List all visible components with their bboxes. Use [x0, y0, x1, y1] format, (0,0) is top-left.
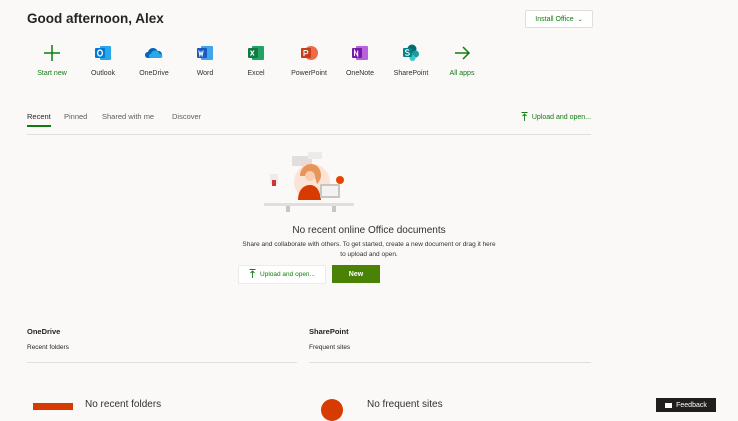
tab-discover[interactable]: Discover: [172, 112, 201, 121]
folder-illustration: [33, 403, 73, 410]
no-frequent-sites-text: No frequent sites: [367, 399, 443, 410]
app-onenote[interactable]: OneNote: [335, 43, 385, 77]
app-label: OneDrive: [139, 70, 169, 77]
tab-recent[interactable]: Recent: [27, 112, 51, 127]
empty-state-title: No recent online Office documents: [292, 225, 446, 236]
app-all-apps[interactable]: All apps: [437, 43, 487, 77]
feedback-label: Feedback: [676, 401, 707, 409]
chevron-down-icon: ⌄: [577, 16, 583, 23]
tab-shared-with-me[interactable]: Shared with me: [102, 112, 154, 121]
upload-button-label: Upload and open...: [260, 271, 315, 278]
sharepoint-section-subtitle: Frequent sites: [309, 344, 351, 351]
app-excel[interactable]: Excel: [231, 43, 281, 77]
app-powerpoint[interactable]: PowerPoint: [284, 43, 334, 77]
upload-icon: [521, 112, 528, 123]
app-label: All apps: [449, 70, 475, 77]
app-label: SharePoint: [393, 70, 429, 77]
onenote-icon: [350, 43, 370, 63]
app-label: Outlook: [90, 70, 116, 77]
app-onedrive[interactable]: OneDrive: [129, 43, 179, 77]
upload-and-open-link[interactable]: Upload and open...: [521, 112, 591, 123]
app-sharepoint[interactable]: SharePoint: [386, 43, 436, 77]
empty-state-desc-line1: Share and collaborate with others. To ge…: [242, 241, 496, 248]
excel-icon: [246, 43, 266, 63]
install-office-button[interactable]: Install Office ⌄: [525, 10, 593, 28]
outlook-icon: [93, 43, 113, 63]
onedrive-icon: [144, 43, 164, 63]
app-label: OneNote: [345, 70, 375, 77]
sites-illustration: [321, 399, 343, 421]
upload-and-open-button[interactable]: Upload and open...: [238, 265, 326, 284]
app-start-new[interactable]: Start new: [27, 43, 77, 77]
onedrive-section-title: OneDrive: [27, 327, 61, 336]
app-label: PowerPoint: [291, 70, 327, 77]
upload-icon: [249, 269, 256, 280]
empty-state-illustration: [262, 148, 358, 214]
arrow-right-icon: [452, 43, 472, 63]
no-recent-folders-text: No recent folders: [85, 399, 162, 410]
tab-pinned[interactable]: Pinned: [64, 112, 87, 121]
powerpoint-icon: [299, 43, 319, 63]
sharepoint-icon: [401, 43, 421, 63]
greeting-heading: Good afternoon, Alex: [27, 11, 164, 26]
empty-state-desc-line2: to upload and open.: [340, 251, 398, 258]
app-outlook[interactable]: Outlook: [78, 43, 128, 77]
document-tabs: Recent Pinned Shared with me Discover Up…: [27, 112, 591, 135]
word-icon: [195, 43, 215, 63]
app-label: Excel: [247, 70, 265, 77]
feedback-icon: [665, 402, 673, 408]
upload-and-open-label: Upload and open...: [531, 114, 591, 121]
onedrive-section-subtitle: Recent folders: [27, 344, 69, 351]
app-label: Start new: [37, 70, 67, 77]
install-office-label: Install Office: [535, 15, 574, 23]
sharepoint-section-title: SharePoint: [309, 327, 349, 336]
sharepoint-divider: [309, 362, 591, 363]
plus-icon: [42, 43, 62, 63]
new-document-button[interactable]: New: [332, 265, 380, 283]
app-label: Word: [196, 70, 214, 77]
empty-state-description: Share and collaborate with others. To ge…: [164, 240, 574, 260]
onedrive-divider: [27, 362, 297, 363]
app-word[interactable]: Word: [180, 43, 230, 77]
